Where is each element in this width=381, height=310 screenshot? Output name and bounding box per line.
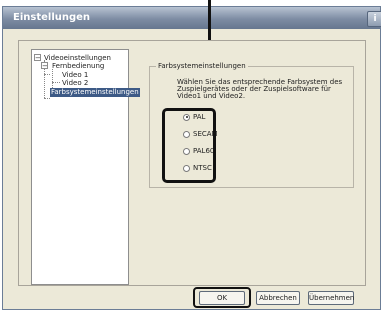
description-text: Wählen Sie das entsprechende Farbsystem … — [177, 78, 343, 100]
annotation-highlight-box — [162, 108, 216, 183]
tree-item-farbsystemeinstellungen[interactable]: Farbsystemeinstellungen — [50, 88, 140, 97]
settings-tree: − Videoeinstellungen − Fernbedienung Vid… — [31, 49, 140, 285]
window-title: Einstellungen — [13, 12, 91, 23]
tree-item-fernbedienung[interactable]: Fernbedienung — [52, 62, 104, 71]
help-icon[interactable]: i — [367, 11, 381, 27]
collapse-videoeinstellungen-icon[interactable]: − — [34, 54, 41, 62]
apply-button[interactable]: Übernehmen — [308, 291, 354, 305]
collapse-fernbedienung-icon[interactable]: − — [41, 62, 48, 70]
ok-button[interactable]: OK — [199, 291, 245, 305]
title-bar: Einstellungen i — [3, 7, 381, 29]
cancel-button[interactable]: Abbrechen — [256, 291, 300, 305]
group-title: Farbsystemeinstellungen — [156, 62, 248, 71]
tree-item-video-2[interactable]: Video 2 — [62, 79, 88, 88]
